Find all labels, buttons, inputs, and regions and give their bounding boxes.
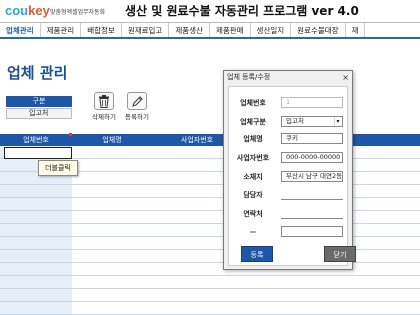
menu-item-sales[interactable]: 제품판매 <box>210 23 251 37</box>
form-row-manager: 담당자 <box>229 189 349 201</box>
form-row-etc: -- <box>229 226 349 238</box>
etc-label: -- <box>250 228 256 236</box>
dialog-close-button[interactable]: 닫기 <box>324 246 356 262</box>
grid-header: 업체번호 업체명 사업자번호 <box>0 134 420 146</box>
company-name-input[interactable]: 쿠키 <box>281 133 343 144</box>
menu-item-production[interactable]: 제품생산 <box>169 23 210 37</box>
category-select[interactable]: 입고처 ▾ <box>281 116 343 127</box>
delete-button[interactable]: 삭제하기 <box>86 92 122 122</box>
close-icon[interactable]: × <box>342 71 349 84</box>
menu-item-daily-log[interactable]: 생산일지 <box>251 23 292 37</box>
etc-input[interactable] <box>281 226 343 237</box>
name-label: 업체명 <box>243 135 263 143</box>
cell-comment-tooltip: 더블클릭 <box>38 160 78 176</box>
company-no-label: 업체번호 <box>240 99 266 107</box>
grid-header-company-no[interactable]: 업체번호 <box>0 134 72 146</box>
app-header: coukey 맞춤형엑셀업무자동화 생산 및 원료수불 자동관리 프로그램 ve… <box>0 0 420 22</box>
dialog-titlebar[interactable]: 업체 등록/수정 × <box>224 71 352 84</box>
dialog-register-button[interactable]: 등록 <box>241 246 273 262</box>
manager-label: 담당자 <box>243 191 263 199</box>
main-menu: 업체관리 제품관리 배합정보 원재료입고 제품생산 제품판매 생산일지 원료수불… <box>0 22 420 39</box>
menu-item-material-in[interactable]: 원재료입고 <box>122 23 170 37</box>
dialog-form: 업체번호 1 업체구분 입고처 ▾ 업체명 쿠키 사업자번호 000-0000-… <box>228 86 348 266</box>
menu-item-material-ledger[interactable]: 원료수불대장 <box>291 23 346 37</box>
comment-indicator <box>69 133 72 136</box>
address-input[interactable]: 부산시 남구 대연2동 <box>281 171 343 182</box>
logo-key: key <box>28 3 50 18</box>
form-row-category: 업체구분 입고처 ▾ <box>229 116 349 128</box>
category-filter-select[interactable]: 입고처 <box>6 108 72 119</box>
form-row-address: 소재지 부산시 남구 대연2동 <box>229 171 349 183</box>
delete-button-label: 삭제하기 <box>92 113 116 121</box>
form-row-biz-no: 사업자번호 000-0000-00000 <box>229 152 349 164</box>
form-row-contact: 연락처 <box>229 208 349 220</box>
menu-item-products[interactable]: 제품관리 <box>41 23 82 37</box>
menu-item-company[interactable]: 업체관리 <box>0 23 41 37</box>
grid-header-company-name[interactable]: 업체명 <box>72 134 152 146</box>
contact-input[interactable] <box>281 208 343 219</box>
category-select-value: 입고처 <box>286 117 304 125</box>
form-row-company-no: 업체번호 1 <box>229 97 349 109</box>
pencil-icon <box>127 92 147 110</box>
filter-label: 구분 <box>6 96 72 107</box>
menu-item-more[interactable]: 재 <box>346 23 366 37</box>
selected-cell[interactable] <box>4 147 72 159</box>
company-no-field: 1 <box>281 97 343 108</box>
logo-cou: cou <box>5 3 29 18</box>
register-button[interactable]: 등록하기 <box>119 92 155 122</box>
page-title: 업체 관리 <box>7 64 68 82</box>
contact-label: 연락처 <box>243 210 263 218</box>
manager-input[interactable] <box>281 189 343 200</box>
company-edit-dialog: 업체 등록/수정 × 업체번호 1 업체구분 입고처 ▾ 업체명 쿠키 사업자번… <box>223 70 356 270</box>
app-logo: coukey <box>5 3 50 18</box>
dialog-title: 업체 등록/수정 <box>227 73 271 81</box>
logo-subtitle: 맞춤형엑셀업무자동화 <box>50 9 106 16</box>
register-button-label: 등록하기 <box>125 113 149 121</box>
form-row-name: 업체명 쿠키 <box>229 133 349 145</box>
trash-icon <box>94 92 114 110</box>
address-label: 소재지 <box>243 173 263 181</box>
chevron-down-icon[interactable]: ▾ <box>334 118 341 125</box>
biz-no-label: 사업자번호 <box>236 154 270 162</box>
app-title: 생산 및 원료수불 자동관리 프로그램 ver 4.0 <box>125 4 359 18</box>
category-label: 업체구분 <box>240 118 266 126</box>
biz-no-input[interactable]: 000-0000-00000 <box>281 152 343 163</box>
menu-item-blend[interactable]: 배합정보 <box>81 23 122 37</box>
